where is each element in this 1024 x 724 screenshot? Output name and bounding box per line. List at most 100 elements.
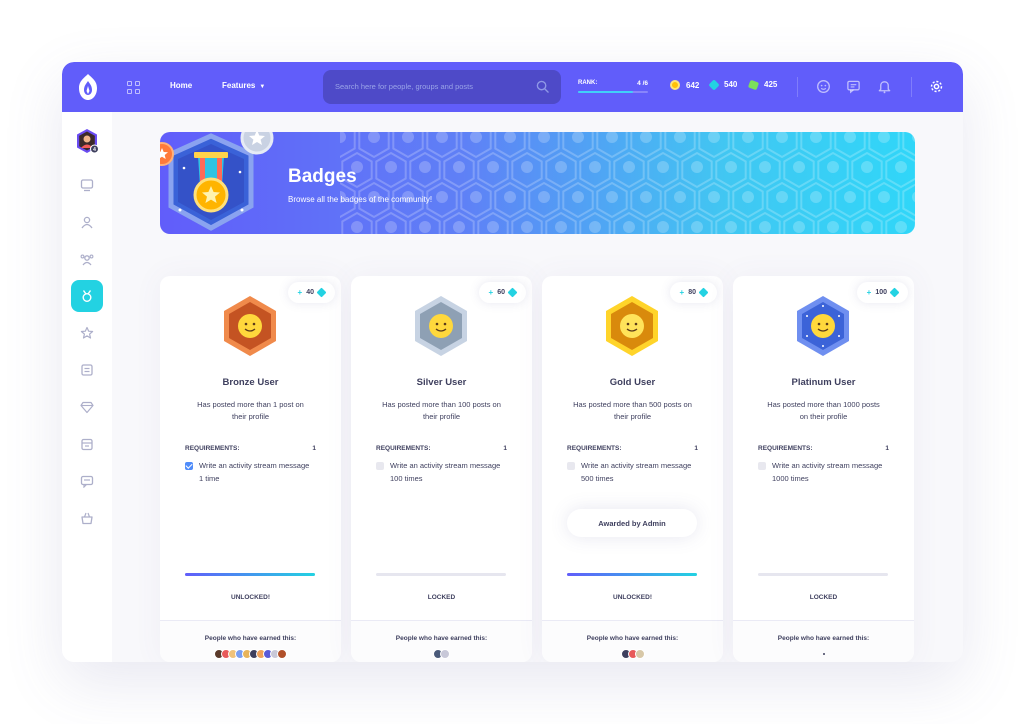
pattern-face	[759, 161, 771, 173]
pattern-face	[470, 132, 482, 143]
sidebar-item-streams[interactable]	[71, 502, 103, 534]
avatar[interactable]	[277, 649, 287, 659]
menu-grid-icon[interactable]	[127, 81, 140, 94]
badges-banner: Badges Browse all the badges of the comm…	[160, 132, 915, 234]
search-placeholder: Search here for people, groups and posts	[335, 82, 474, 91]
badge-card-bronze[interactable]: +40 Bronze User Has posted more than 1 p…	[160, 276, 341, 662]
pattern-face	[538, 132, 550, 143]
nav-home[interactable]: Home	[170, 81, 192, 90]
sidebar: 4	[62, 112, 112, 662]
pattern-face	[504, 132, 516, 143]
page-title: Badges	[288, 166, 357, 187]
settings-gear-icon[interactable]	[929, 79, 944, 94]
pattern-face	[657, 221, 669, 233]
requirement-text: Write an activity stream message 1 time	[199, 461, 310, 483]
avatar[interactable]	[440, 649, 450, 659]
logo-icon[interactable]	[76, 73, 100, 101]
pattern-face	[436, 132, 448, 143]
sidebar-item-groups[interactable]	[71, 354, 103, 386]
requirement-text: Write an activity stream message 1000 ti…	[772, 461, 883, 483]
requirements-label: REQUIREMENTS:	[185, 445, 240, 452]
awarded-by-admin-button[interactable]: Awarded by Admin	[567, 509, 697, 537]
badges-icon	[82, 290, 92, 302]
messages-icon[interactable]	[846, 79, 861, 94]
earned-by-avatars[interactable]	[542, 649, 723, 659]
points-value: 40	[306, 289, 314, 296]
pattern-face	[606, 132, 618, 143]
bronze-badge-icon	[224, 296, 276, 356]
profile-icon	[81, 216, 93, 229]
rank-bar-fill	[578, 91, 633, 93]
badge-points: +100	[856, 282, 908, 303]
pattern-face	[436, 191, 448, 203]
pattern-face	[572, 191, 584, 203]
badge-status: LOCKED	[809, 594, 838, 601]
sidebar-item-badges[interactable]	[71, 280, 103, 312]
stat-gold-coins[interactable]: 642	[670, 80, 699, 90]
requirement-text: Write an activity stream message 500 tim…	[581, 461, 692, 483]
requirement-item: Write an activity stream message 100 tim…	[376, 460, 506, 485]
diamond-icon	[80, 401, 94, 414]
pattern-face	[368, 132, 380, 143]
search-icon[interactable]	[536, 80, 549, 93]
earned-by-section: People who have earned this:	[733, 620, 914, 662]
gem-icon	[889, 287, 900, 298]
pattern-face	[725, 161, 737, 173]
sidebar-item-newsfeed[interactable]	[71, 169, 103, 201]
pattern-face	[589, 221, 601, 233]
sidebar-item-profile[interactable]	[71, 206, 103, 238]
plus-icon: +	[297, 288, 303, 297]
requirements-count: 1	[885, 445, 889, 452]
sidebar-item-friends[interactable]	[71, 243, 103, 275]
badge-card-silver[interactable]: +60 Silver User Has posted more than 100…	[351, 276, 532, 662]
pattern-face	[827, 161, 839, 173]
empty-indicator	[822, 653, 825, 655]
requirements-label: REQUIREMENTS:	[758, 445, 813, 452]
nav-features[interactable]: Features ▼	[222, 81, 265, 90]
sidebar-item-forums[interactable]	[71, 465, 103, 497]
stat-green-gems[interactable]: 425	[747, 79, 777, 90]
earned-by-label: People who have earned this:	[395, 635, 488, 642]
search-input[interactable]: Search here for people, groups and posts	[323, 70, 561, 104]
platinum-badge-icon	[797, 296, 849, 356]
friend-requests-icon[interactable]	[816, 79, 831, 94]
pattern-face	[844, 191, 856, 203]
sidebar-item-quests[interactable]	[71, 317, 103, 349]
notifications-bell-icon[interactable]	[877, 79, 892, 94]
badge-points: +60	[478, 282, 526, 303]
star-icon	[80, 326, 94, 339]
earned-by-avatars[interactable]	[160, 649, 341, 659]
pattern-face	[742, 132, 754, 143]
page-subtitle: Browse all the badges of the community!	[288, 195, 433, 204]
requirement-item: Write an activity stream message 500 tim…	[567, 460, 697, 485]
pattern-face	[674, 132, 686, 143]
pattern-face	[776, 191, 788, 203]
pattern-face	[606, 191, 618, 203]
pattern-face	[385, 221, 397, 233]
pattern-face	[827, 221, 839, 233]
requirements-count: 1	[503, 445, 507, 452]
sidebar-item-marketplace[interactable]	[71, 391, 103, 423]
badge-card-gold[interactable]: +80 Gold User Has posted more than 500 p…	[542, 276, 723, 662]
medal-icon	[160, 132, 274, 231]
stat-blue-gems[interactable]: 540	[708, 78, 737, 91]
avatar[interactable]	[634, 649, 645, 659]
pattern-face	[521, 221, 533, 233]
earned-by-label: People who have earned this:	[777, 635, 870, 642]
badge-card-platinum[interactable]: +100 Platinum User Has posted more than …	[733, 276, 914, 662]
sidebar-item-events[interactable]	[71, 428, 103, 460]
badge-description: Has posted more than 500 posts on their …	[573, 400, 692, 421]
badge-status: UNLOCKED!	[231, 594, 270, 601]
points-value: 80	[688, 289, 696, 296]
pattern-face	[878, 191, 890, 203]
pattern-face	[487, 161, 499, 173]
user-avatar[interactable]: 4	[75, 128, 99, 154]
pattern-face	[810, 191, 822, 203]
earned-by-section: People who have earned this:	[160, 620, 341, 662]
earned-by-avatars[interactable]	[351, 649, 532, 659]
calendar-icon	[81, 438, 93, 451]
top-navigation-bar: Home Features ▼ Search here for people, g…	[62, 62, 963, 112]
gem-icon	[698, 287, 709, 298]
checkbox-unchecked-icon	[567, 462, 575, 470]
badge-progress-bar	[758, 573, 888, 576]
